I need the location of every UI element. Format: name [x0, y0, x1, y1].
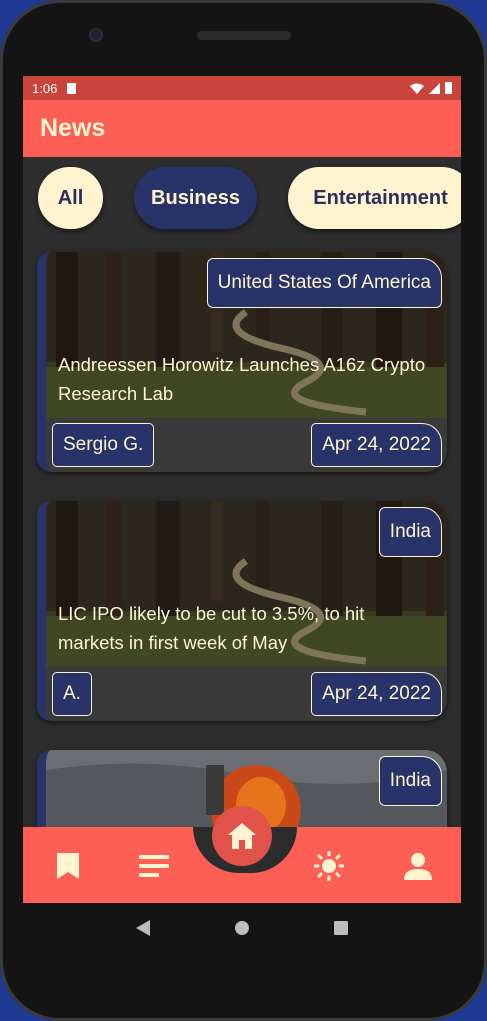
chip-entertainment[interactable]: Entertainment — [288, 167, 461, 229]
screen: 1:06 News All Business Entertainment And… — [23, 76, 461, 903]
country-badge: India — [378, 756, 442, 806]
sd-card-icon — [67, 82, 77, 94]
country-badge: United States Of America — [206, 258, 442, 308]
wifi-icon — [410, 83, 424, 94]
front-camera — [89, 28, 103, 42]
home-icon — [228, 823, 256, 849]
chip-business[interactable]: Business — [134, 167, 257, 229]
news-card[interactable]: LIC IPO likely to be cut to 3.5%, to hit… — [37, 501, 447, 721]
home-button[interactable] — [212, 806, 272, 866]
date-badge: Apr 24, 2022 — [311, 423, 442, 467]
news-feed[interactable]: Andreessen Horowitz Launches A16z Crypto… — [23, 239, 461, 829]
battery-icon — [445, 82, 452, 94]
article-headline: Andreessen Horowitz Launches A16z Crypto… — [58, 354, 426, 404]
chip-all[interactable]: All — [38, 167, 103, 229]
app-bar: News — [23, 100, 461, 157]
news-card[interactable]: Andreessen Horowitz Launches A16z Crypto… — [37, 252, 447, 472]
back-icon[interactable] — [135, 920, 150, 936]
recents-icon[interactable] — [334, 921, 349, 935]
category-chips: All Business Entertainment — [23, 157, 461, 239]
phone-frame: 1:06 News All Business Entertainment And… — [0, 0, 487, 1021]
article-headline: LIC IPO likely to be cut to 3.5%, to hit… — [58, 603, 365, 653]
app-title: News — [40, 114, 106, 142]
earpiece-speaker — [197, 31, 291, 40]
system-home-icon[interactable] — [234, 921, 249, 935]
author-badge: A. — [52, 672, 92, 716]
person-icon[interactable] — [403, 851, 433, 881]
signal-icon — [429, 82, 440, 94]
status-bar: 1:06 — [23, 76, 461, 100]
system-navigation — [23, 903, 461, 953]
bookmark-icon[interactable] — [53, 851, 83, 881]
sun-icon[interactable] — [314, 851, 344, 881]
date-badge: Apr 24, 2022 — [311, 672, 442, 716]
status-time: 1:06 — [32, 80, 58, 96]
author-badge: Sergio G. — [52, 423, 155, 467]
country-badge: India — [378, 507, 442, 557]
list-icon[interactable] — [139, 851, 169, 881]
